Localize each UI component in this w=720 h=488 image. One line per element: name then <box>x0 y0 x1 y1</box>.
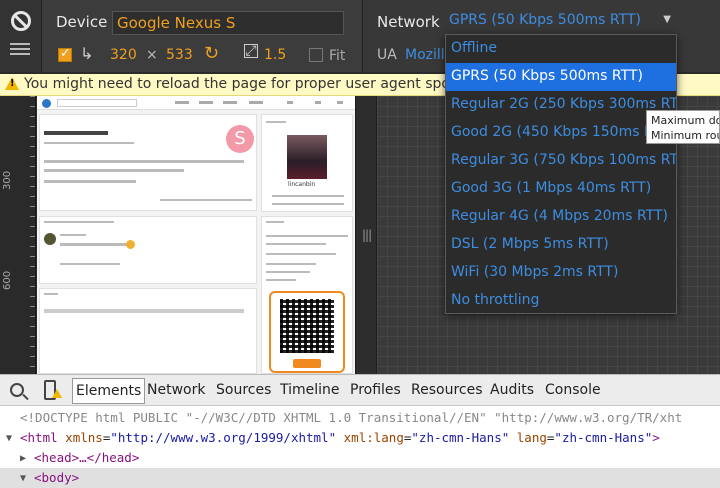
html-line[interactable]: ▼ <html xmlns="http://www.w3.org/1999/xh… <box>0 428 720 448</box>
preview-avatar: S <box>226 125 254 153</box>
devtools-window: Device Google Nexus S ↳ 320 × 533 ↻ ⤢ 1.… <box>0 0 720 488</box>
emulated-viewport[interactable]: S lincanbin <box>37 96 355 374</box>
attr-xml-lang: xml:lang <box>343 430 404 445</box>
warning-icon <box>5 77 19 90</box>
preview-qr-code <box>269 291 345 373</box>
swap-dimensions-icon[interactable]: ↻ <box>204 43 219 64</box>
network-option-good-2g[interactable]: Good 2G (450 Kbps 150ms RTT) <box>446 119 676 147</box>
network-label: Network <box>377 13 440 31</box>
preview-username: lincanbin <box>288 181 316 188</box>
tab-timeline[interactable]: Timeline <box>280 382 340 398</box>
head-tag: <head>…</head> <box>34 450 140 465</box>
tab-elements[interactable]: Elements <box>72 378 146 404</box>
emulate-resolution-checkbox[interactable] <box>58 46 72 62</box>
preview-profile-image <box>287 135 327 179</box>
network-select-value: GPRS (50 Kbps 500ms RTT) <box>449 12 641 28</box>
fit-label: Fit <box>329 48 346 64</box>
preview-post-card: S <box>39 114 257 211</box>
preview-info-card <box>261 216 353 374</box>
vertical-ruler: 300 600 <box>0 96 36 374</box>
resize-grip-icon: ||| <box>362 228 372 242</box>
network-option-good-3g[interactable]: Good 3G (1 Mbps 40ms RTT) <box>446 175 676 203</box>
preview-editor-card <box>39 288 257 374</box>
network-option-regular-3g[interactable]: Regular 3G (750 Kbps 100ms RTT) <box>446 147 676 175</box>
width-field[interactable]: 320 <box>110 47 137 63</box>
ua-field[interactable]: Mozill <box>405 47 445 63</box>
tab-console[interactable]: Console <box>545 382 601 398</box>
elements-tree: <!DOCTYPE html PUBLIC "-//W3C//DTD XHTML… <box>0 406 720 488</box>
doctype-text: <!DOCTYPE html PUBLIC "-//W3C//DTD XHTML… <box>20 410 683 425</box>
network-dropdown[interactable]: Offline GPRS (50 Kbps 500ms RTT) Regular… <box>445 34 677 314</box>
preview-user-card: lincanbin <box>261 114 353 212</box>
device-label: Device <box>56 13 108 31</box>
chevron-down-icon: ▼ <box>663 14 671 25</box>
pixel-ratio-field[interactable]: 1.5 <box>264 47 286 63</box>
times-sign: × <box>146 47 158 63</box>
head-line[interactable]: ▶ <head>…</head> <box>0 448 720 468</box>
network-option-dsl[interactable]: DSL (2 Mbps 5ms RTT) <box>446 231 676 259</box>
body-tag: <body> <box>34 470 80 485</box>
attr-xmlns: xmlns <box>65 430 103 445</box>
tab-audits[interactable]: Audits <box>490 382 534 398</box>
attr-xmlns-value: "http://www.w3.org/1999/xhtml" <box>110 430 337 445</box>
html-tag-open: <html <box>20 430 58 445</box>
device-warning-icon <box>52 389 62 398</box>
attr-xml-lang-value: "zh-cmn-Hans" <box>411 430 510 445</box>
warning-text: You might need to reload the page for pr… <box>24 76 486 92</box>
devtools-tab-bar: Elements Network Sources Timeline Profil… <box>0 374 720 406</box>
tab-network[interactable]: Network <box>147 382 205 398</box>
network-tooltip: Maximum do Minimum rou <box>646 110 720 144</box>
tooltip-line-1: Maximum do <box>651 114 720 127</box>
ruler-label-600: 600 <box>2 270 13 290</box>
body-line[interactable]: ▼ <body> <box>0 468 720 488</box>
pixel-ratio-icon: ⤢ <box>244 43 258 59</box>
network-select[interactable]: GPRS (50 Kbps 500ms RTT) ▼ <box>445 11 677 33</box>
network-option-regular-4g[interactable]: Regular 4G (4 Mbps 20ms RTT) <box>446 203 676 231</box>
fit-checkbox[interactable] <box>309 48 323 62</box>
search-icon[interactable] <box>10 383 24 397</box>
expand-triangle-icon[interactable]: ▶ <box>20 453 26 464</box>
network-option-gprs[interactable]: GPRS (50 Kbps 500ms RTT) <box>446 63 676 91</box>
network-option-no-throttling[interactable]: No throttling <box>446 287 676 315</box>
ruler-label-300: 300 <box>2 170 13 190</box>
attr-lang: lang <box>516 430 547 445</box>
viewport-resizer[interactable]: ||| <box>355 96 377 374</box>
swap-arrow-icon: ↳ <box>80 44 94 63</box>
preview-search <box>57 99 137 107</box>
html-tag-close: > <box>652 430 660 445</box>
preview-topnav <box>37 96 355 110</box>
disable-emulation-icon[interactable] <box>11 11 31 31</box>
network-option-regular-2g[interactable]: Regular 2G (250 Kbps 300ms RTT) <box>446 91 676 119</box>
emulation-side-icons <box>0 0 42 72</box>
preview-logo <box>42 99 51 108</box>
height-field[interactable]: 533 <box>166 47 193 63</box>
tooltip-line-2: Minimum rou <box>651 129 720 142</box>
preview-reply-card <box>39 216 257 284</box>
device-select[interactable]: Google Nexus S <box>112 11 344 35</box>
network-option-wifi[interactable]: WiFi (30 Mbps 2ms RTT) <box>446 259 676 287</box>
tab-profiles[interactable]: Profiles <box>350 382 401 398</box>
expand-triangle-icon[interactable]: ▼ <box>20 473 26 484</box>
tab-sources[interactable]: Sources <box>216 382 271 398</box>
tab-resources[interactable]: Resources <box>411 382 483 398</box>
doctype-line[interactable]: <!DOCTYPE html PUBLIC "-//W3C//DTD XHTML… <box>0 408 720 428</box>
expand-triangle-icon[interactable]: ▼ <box>6 433 12 444</box>
toggle-drawer-icon[interactable] <box>10 43 30 57</box>
network-option-offline[interactable]: Offline <box>446 35 676 63</box>
attr-lang-value: "zh-cmn-Hans" <box>554 430 653 445</box>
ua-label: UA <box>377 47 397 63</box>
